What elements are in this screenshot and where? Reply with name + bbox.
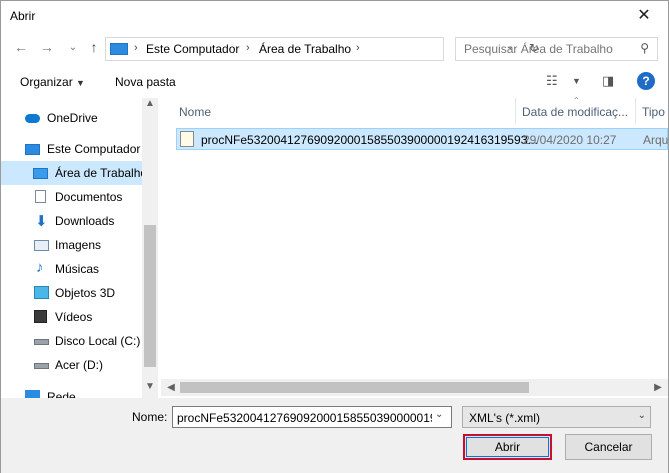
- forward-arrow-icon[interactable]: →: [38, 39, 56, 55]
- help-icon[interactable]: ?: [637, 72, 655, 90]
- file-type: Arqu: [643, 133, 669, 147]
- sidebar-item-rede[interactable]: Rede: [1, 385, 142, 398]
- sidebar-item-label: Músicas: [55, 262, 100, 276]
- sidebar-item-downloads[interactable]: ⬇ Downloads: [1, 209, 142, 233]
- back-arrow-icon[interactable]: ←: [12, 39, 30, 55]
- sidebar-item-imagens[interactable]: Imagens: [1, 233, 142, 257]
- sidebar-item-musicas[interactable]: ♪ Músicas: [1, 257, 142, 281]
- sidebar-item-label: Vídeos: [55, 310, 93, 324]
- scroll-left-icon[interactable]: ◀: [163, 379, 179, 396]
- open-button[interactable]: Abrir: [463, 434, 552, 460]
- new-folder-button[interactable]: Nova pasta: [115, 75, 176, 89]
- search-input[interactable]: [464, 39, 634, 59]
- drive-icon: [34, 363, 49, 369]
- file-type-filter[interactable]: XML's (*.xml) ⌄: [462, 406, 651, 428]
- close-icon[interactable]: ✕: [626, 3, 662, 29]
- file-list: Nome Data de modificaç... ⌃ Tipo procNFe…: [161, 96, 668, 398]
- sidebar-item-label: OneDrive: [47, 111, 98, 125]
- navigation-pane: OneDrive Este Computador Área de Trabalh…: [1, 98, 158, 398]
- file-name-field[interactable]: procNFe532004127690920001585503900000192…: [172, 406, 452, 428]
- dialog-footer: Nome: procNFe532004127690920001585503900…: [1, 398, 668, 473]
- search-box[interactable]: ⚲: [455, 37, 658, 61]
- sidebar-item-label: Este Computador: [47, 142, 141, 156]
- xml-file-icon: [180, 131, 194, 147]
- recent-locations-icon[interactable]: ⌄: [64, 42, 82, 53]
- scroll-up-icon[interactable]: ▲: [142, 98, 158, 114]
- breadcrumb-este-computador[interactable]: Este Computador: [146, 42, 239, 56]
- computer-icon: [25, 144, 40, 155]
- file-row[interactable]: procNFe532004127690920001585503900000192…: [176, 128, 668, 150]
- sidebar-item-label: Documentos: [55, 190, 123, 204]
- caret-down-icon: ▼: [76, 78, 85, 88]
- file-name-label: Nome:: [132, 410, 168, 424]
- video-icon: [34, 310, 47, 323]
- view-options-icon[interactable]: ☷: [546, 73, 558, 89]
- file-type-filter-value: XML's (*.xml): [469, 411, 540, 425]
- breadcrumb-area-de-trabalho[interactable]: Área de Trabalho: [259, 42, 351, 56]
- sidebar-item-este-computador[interactable]: Este Computador: [1, 137, 142, 161]
- file-name: procNFe532004127690920001585503900000192…: [201, 133, 538, 147]
- address-bar[interactable]: › Este Computador › Área de Trabalho › ⌄…: [105, 37, 539, 61]
- drive-icon: [34, 339, 49, 345]
- organize-menu[interactable]: Organizar ▼: [20, 75, 85, 89]
- sidebar-item-onedrive[interactable]: OneDrive: [1, 106, 142, 130]
- organize-label: Organizar: [20, 75, 73, 89]
- sidebar-item-videos[interactable]: Vídeos: [1, 305, 142, 329]
- sidebar-scrollbar-thumb[interactable]: [144, 225, 156, 367]
- chevron-right-icon: ›: [356, 42, 360, 54]
- sidebar-item-area-de-trabalho[interactable]: Área de Trabalho: [1, 161, 147, 185]
- computer-icon: [110, 43, 128, 55]
- up-arrow-icon[interactable]: ↑: [85, 39, 103, 55]
- sidebar-item-label: Rede: [47, 390, 76, 398]
- document-icon: [35, 190, 46, 203]
- download-icon: ⬇: [35, 213, 48, 230]
- sidebar-item-label: Disco Local (C:): [55, 334, 141, 348]
- cancel-button[interactable]: Cancelar: [565, 434, 652, 460]
- preview-pane-icon[interactable]: ◨: [602, 73, 614, 89]
- title-bar: Abrir ✕: [1, 1, 668, 31]
- chevron-right-icon: ›: [246, 42, 250, 54]
- search-icon: ⚲: [640, 41, 649, 55]
- caret-down-icon[interactable]: ▼: [572, 76, 581, 86]
- sidebar-item-label: Área de Trabalho: [55, 166, 148, 180]
- cube-icon: [34, 286, 49, 299]
- sidebar-item-label: Downloads: [55, 214, 115, 228]
- chevron-down-icon: ⌄: [637, 410, 646, 421]
- sidebar-item-objetos-3d[interactable]: Objetos 3D: [1, 281, 142, 305]
- file-name-value: procNFe532004127690920001585503900000192…: [177, 411, 432, 425]
- chevron-right-icon: ›: [134, 42, 138, 54]
- sidebar-item-acer[interactable]: Acer (D:): [1, 353, 142, 377]
- column-divider[interactable]: [635, 98, 636, 124]
- window-title: Abrir: [10, 9, 36, 23]
- navigation-bar: ← → ⌄ ↑ › Este Computador › Área de Trab…: [1, 31, 668, 67]
- image-icon: [34, 240, 49, 251]
- column-divider[interactable]: [515, 98, 516, 124]
- desktop-icon: [33, 168, 48, 179]
- file-date: 29/04/2020 10:27: [523, 133, 617, 147]
- network-icon: [25, 390, 40, 398]
- scroll-down-icon[interactable]: ▼: [142, 381, 158, 397]
- sidebar-item-label: Imagens: [55, 238, 102, 252]
- horizontal-scrollbar-thumb[interactable]: [180, 382, 529, 393]
- open-button-label: Abrir: [466, 437, 549, 457]
- sidebar-item-label: Objetos 3D: [55, 286, 116, 300]
- sort-caret-icon: ⌃: [573, 96, 580, 105]
- sidebar-item-disco-local[interactable]: Disco Local (C:): [1, 329, 142, 353]
- open-file-dialog: Abrir ✕ ← → ⌄ ↑ › Este Computador › Área…: [0, 0, 669, 473]
- command-bar: Organizar ▼ Nova pasta ☷ ▼ ◨ ?: [1, 67, 668, 97]
- cloud-icon: [25, 114, 40, 123]
- scroll-right-icon[interactable]: ▶: [650, 379, 666, 396]
- music-icon: ♪: [36, 259, 44, 276]
- sidebar-item-documentos[interactable]: Documentos: [1, 185, 142, 209]
- sidebar-item-label: Acer (D:): [55, 358, 103, 372]
